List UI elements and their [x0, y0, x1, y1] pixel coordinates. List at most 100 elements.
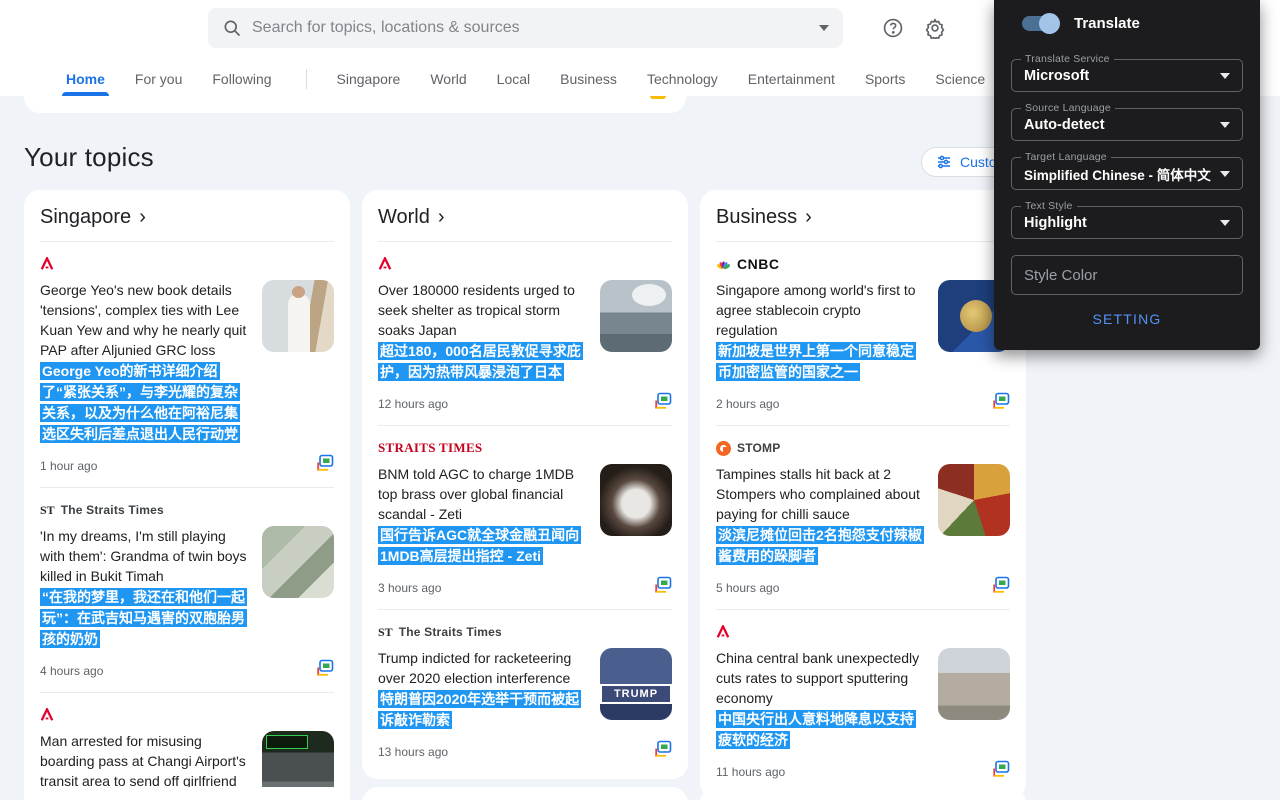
translate-toggle[interactable]	[1022, 16, 1058, 31]
cnbc-logo-text: CNBC	[737, 256, 779, 272]
search-bar[interactable]	[208, 8, 843, 48]
article-headline[interactable]: Man arrested for misusing boarding pass …	[40, 731, 250, 791]
full-coverage-icon[interactable]	[654, 576, 672, 599]
text-style-select[interactable]: Text Style Highlight	[1011, 206, 1243, 239]
nav-tab-science[interactable]: Science	[935, 71, 985, 87]
nav-tab-home[interactable]: Home	[66, 71, 105, 87]
source-name: The Straits Times	[399, 625, 502, 639]
dropdown-arrow-icon	[1220, 171, 1230, 177]
article-timestamp: 1 hour ago	[40, 459, 97, 473]
dropdown-arrow-icon	[1220, 73, 1230, 79]
source-row	[378, 255, 672, 273]
card-title-singapore[interactable]: Singapore ›	[40, 196, 334, 242]
source-name: The Straits Times	[61, 503, 164, 517]
article-timestamp: 2 hours ago	[716, 397, 779, 411]
full-coverage-icon[interactable]	[654, 740, 672, 763]
card-title-label: Singapore	[40, 206, 131, 229]
nav-tab-local[interactable]: Local	[497, 71, 530, 87]
field-label: Source Language	[1021, 102, 1115, 114]
article-headline[interactable]: Over 180000 residents urged to seek shel…	[378, 280, 588, 340]
field-value: Simplified Chinese - 简体中文	[1024, 164, 1211, 184]
nav-tab-singapore[interactable]: Singapore	[337, 71, 401, 87]
nav-tab-technology[interactable]: Technology	[647, 71, 718, 87]
nav-tab-world[interactable]: World	[430, 71, 466, 87]
straits-times-logo-icon: ST	[40, 503, 55, 518]
dropdown-arrow-icon	[1220, 122, 1230, 128]
article-translation: 淡滨尼摊位回击2名抱怨支付辣椒酱费用的跺脚者	[716, 525, 926, 567]
full-coverage-icon[interactable]	[316, 659, 334, 682]
search-dropdown-arrow-icon[interactable]	[819, 25, 829, 31]
article: George Yeo's new book details 'tensions'…	[40, 242, 334, 487]
style-color-input[interactable]	[1024, 267, 1230, 284]
translate-service-select[interactable]: Translate Service Microsoft	[1011, 59, 1243, 92]
full-coverage-icon[interactable]	[992, 392, 1010, 415]
card-title-world[interactable]: World ›	[378, 196, 672, 242]
cna-logo-icon	[716, 625, 730, 639]
thumbnail-sign-text: TRUMP	[600, 684, 672, 704]
article: ST The Straits Times 'In my dreams, I'm …	[40, 487, 334, 692]
search-input[interactable]	[252, 19, 811, 37]
cna-logo-icon	[40, 708, 54, 722]
article-headline[interactable]: Tampines stalls hit back at 2 Stompers w…	[716, 464, 926, 524]
article-translation: 中国央行出人意料地降息以支持疲软的经济	[716, 709, 926, 751]
source-row: ST The Straits Times	[40, 501, 334, 519]
source-row	[716, 623, 1010, 641]
article-thumbnail[interactable]	[262, 526, 334, 598]
topic-card-business: Business › CNBC	[700, 190, 1026, 799]
style-color-field[interactable]	[1011, 255, 1243, 295]
nav-tab-business[interactable]: Business	[560, 71, 617, 87]
full-coverage-icon[interactable]	[992, 760, 1010, 783]
article-timestamp: 12 hours ago	[378, 397, 448, 411]
cna-logo-icon	[378, 257, 392, 271]
dropdown-arrow-icon	[1220, 220, 1230, 226]
article-thumbnail[interactable]	[262, 280, 334, 352]
partial-card-top	[24, 96, 686, 113]
topic-card-world: World › Over 180000 residents urged to s…	[362, 190, 688, 779]
article-headline[interactable]: Singapore among world's first to agree s…	[716, 280, 926, 340]
article: STRAITS TIMES BNM told AGC to charge 1MD…	[378, 425, 672, 609]
cnbc-peacock-icon	[716, 257, 731, 271]
target-language-select[interactable]: Target Language Simplified Chinese - 简体中…	[1011, 157, 1243, 190]
partial-card-bottom	[700, 787, 1026, 800]
gear-icon[interactable]	[924, 17, 946, 39]
new-straits-times-logo: STRAITS TIMES	[378, 440, 482, 456]
article: China central bank unexpectedly cuts rat…	[716, 609, 1010, 793]
full-coverage-icon[interactable]	[992, 576, 1010, 599]
partial-card-bottom	[362, 787, 688, 800]
article-timestamp: 4 hours ago	[40, 664, 103, 678]
setting-link[interactable]: SETTING	[994, 311, 1260, 327]
article-thumbnail[interactable]	[600, 280, 672, 352]
article-thumbnail[interactable]: TRUMP	[600, 648, 672, 720]
field-label: Target Language	[1021, 151, 1111, 163]
article-headline[interactable]: George Yeo's new book details 'tensions'…	[40, 280, 250, 360]
article-headline[interactable]: China central bank unexpectedly cuts rat…	[716, 648, 926, 708]
article-thumbnail[interactable]	[938, 464, 1010, 536]
article-translation: 国行告诉AGC就全球金融丑闻向1MDB高层提出指控 - Zeti	[378, 525, 588, 567]
article-timestamp: 5 hours ago	[716, 581, 779, 595]
article-timestamp: 13 hours ago	[378, 745, 448, 759]
full-coverage-icon[interactable]	[316, 454, 334, 477]
topic-card-singapore: Singapore › George Yeo's new book detail…	[24, 190, 350, 800]
article-headline[interactable]: Trump indicted for racketeering over 202…	[378, 648, 588, 688]
article: ST The Straits Times Trump indicted for …	[378, 609, 672, 773]
article-headline[interactable]: 'In my dreams, I'm still playing with th…	[40, 526, 250, 586]
card-title-business[interactable]: Business ›	[716, 196, 1010, 242]
article-thumbnail[interactable]	[600, 464, 672, 536]
source-language-select[interactable]: Source Language Auto-detect	[1011, 108, 1243, 141]
straits-times-logo-icon: ST	[378, 625, 393, 640]
nav-tab-entertainment[interactable]: Entertainment	[748, 71, 835, 87]
article-thumbnail[interactable]	[938, 648, 1010, 720]
full-coverage-icon[interactable]	[654, 392, 672, 415]
field-value: Auto-detect	[1024, 117, 1105, 133]
card-title-label: World	[378, 206, 430, 229]
source-row: ST The Straits Times	[378, 623, 672, 641]
nav-tab-sports[interactable]: Sports	[865, 71, 905, 87]
tune-icon	[936, 154, 952, 170]
nav-tab-for-you[interactable]: For you	[135, 71, 182, 87]
article-headline[interactable]: BNM told AGC to charge 1MDB top brass ov…	[378, 464, 588, 524]
article-translation: “在我的梦里，我还在和他们一起玩”：在武吉知马遇害的双胞胎男孩的奶奶	[40, 587, 250, 650]
source-row: STOMP	[716, 439, 1010, 457]
nav-tab-following[interactable]: Following	[212, 71, 271, 87]
source-row: STRAITS TIMES	[378, 439, 672, 457]
help-icon[interactable]	[882, 17, 904, 39]
